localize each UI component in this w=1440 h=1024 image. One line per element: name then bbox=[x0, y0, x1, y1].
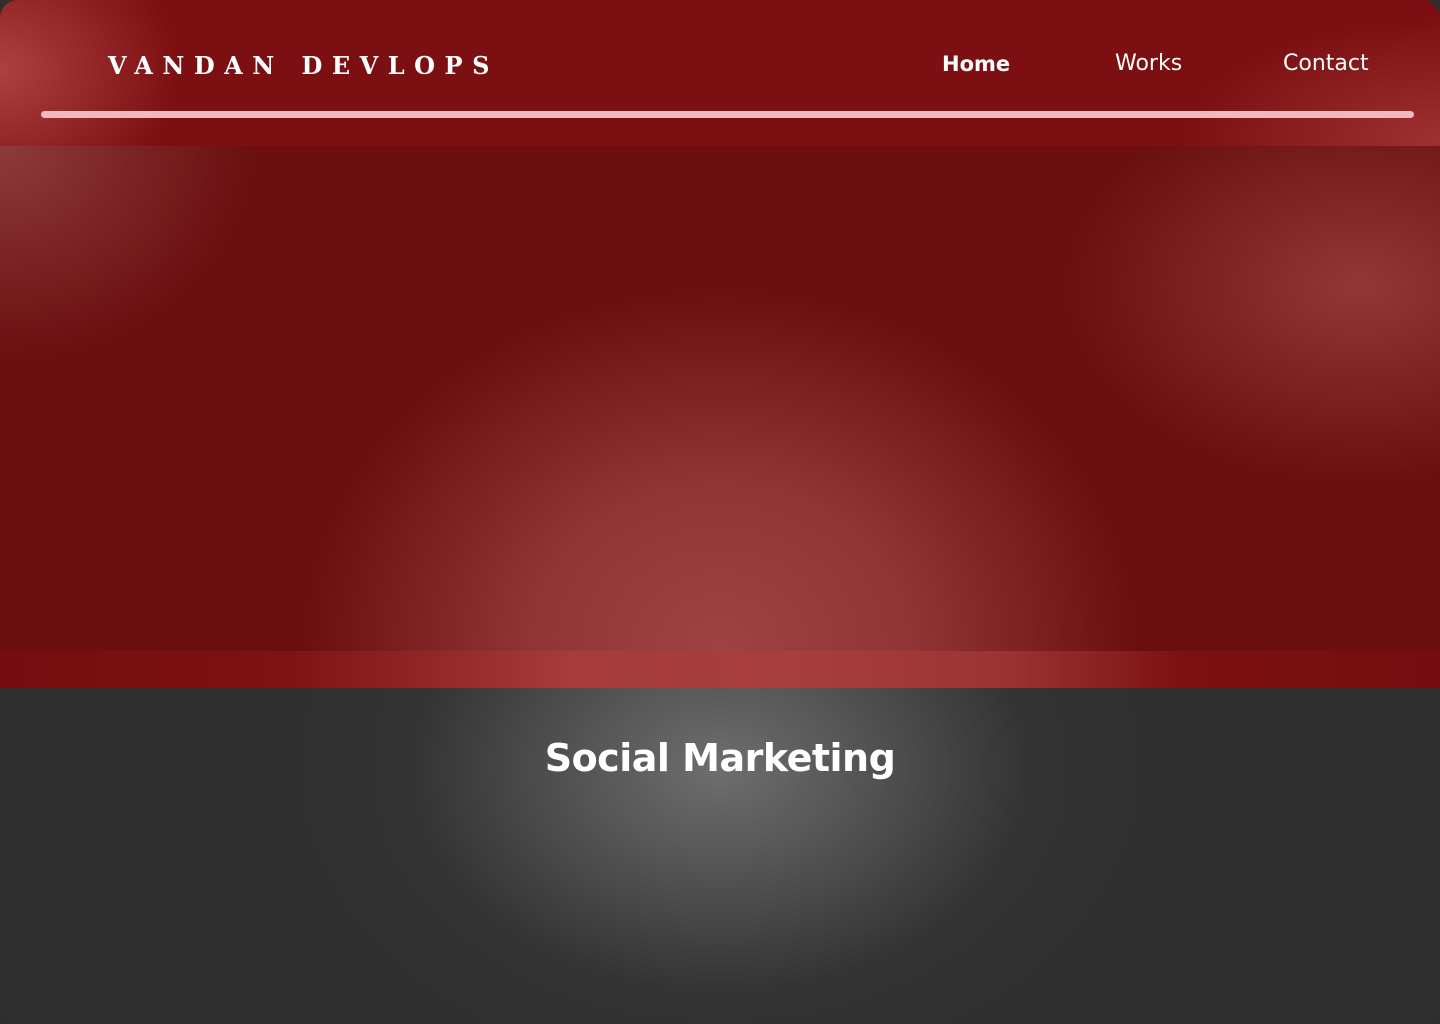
nav-link-contact[interactable]: Contact bbox=[1283, 46, 1369, 82]
nav-link-home[interactable]: Home bbox=[942, 46, 1010, 82]
social-marketing-section: Social Marketing bbox=[0, 688, 1440, 1024]
nav-link-works[interactable]: Works bbox=[1115, 46, 1182, 82]
app-window: VANDAN DEVLOPS Home Works Contact Social… bbox=[0, 0, 1440, 1024]
header-divider bbox=[41, 111, 1414, 118]
hero-bottom-band bbox=[0, 651, 1440, 688]
hero-banner bbox=[0, 146, 1440, 651]
brand-logo-text[interactable]: VANDAN DEVLOPS bbox=[108, 48, 499, 84]
site-header: VANDAN DEVLOPS Home Works Contact bbox=[0, 0, 1440, 146]
section-title: Social Marketing bbox=[544, 736, 896, 780]
